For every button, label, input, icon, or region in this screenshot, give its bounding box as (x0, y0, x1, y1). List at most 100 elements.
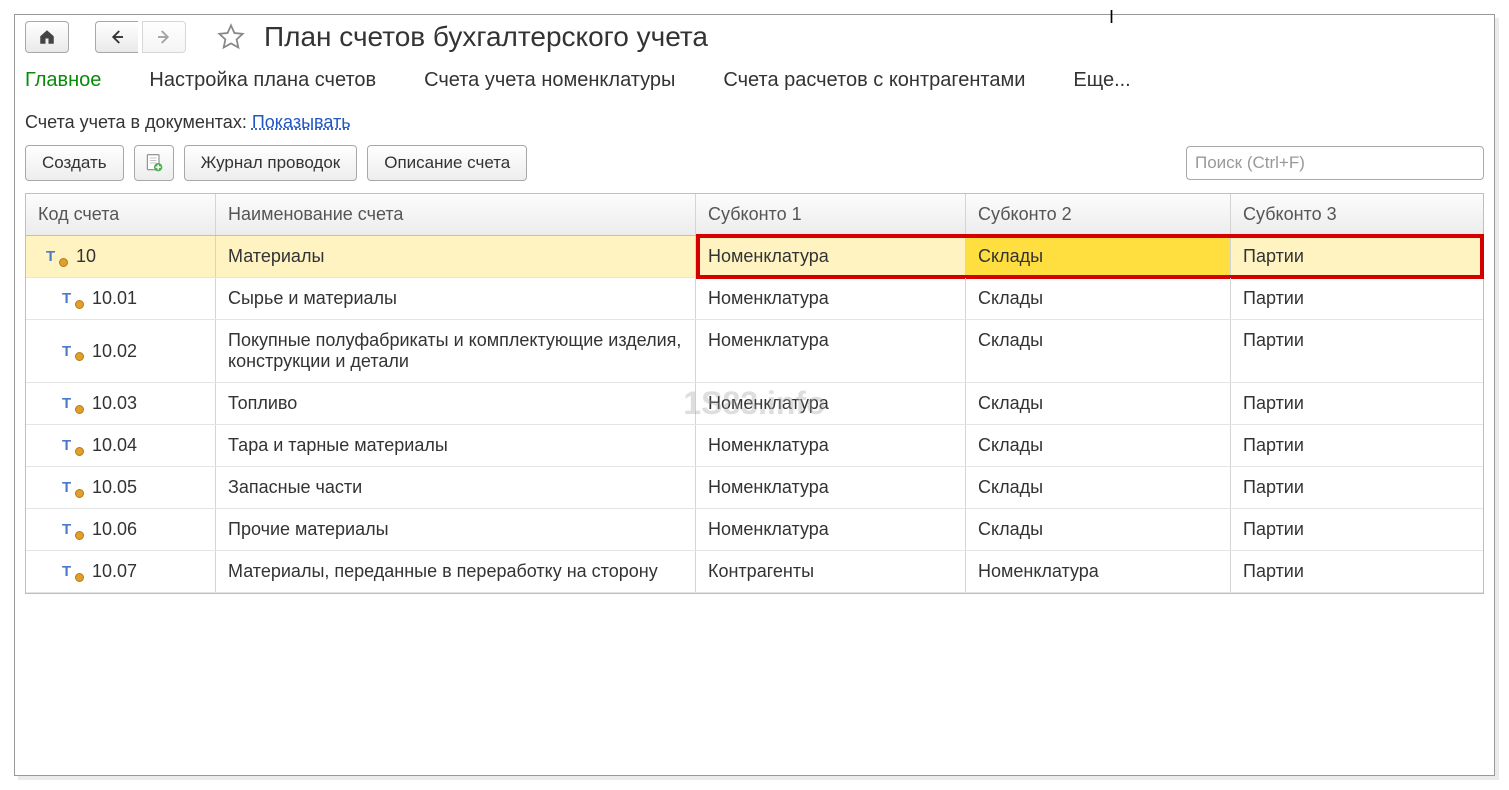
table-row[interactable]: Т 10.02 Покупные полуфабрикаты и комплекту… (26, 320, 1483, 383)
table-row[interactable]: Т 10 МатериалыНоменклатураСкладыПартии (26, 236, 1483, 278)
cell-sub1: Номенклатура (696, 425, 966, 466)
cell-code: Т 10.01 (26, 278, 216, 319)
cell-sub3: Партии (1231, 551, 1483, 592)
account-code: 10.04 (92, 435, 137, 456)
account-type-icon: Т (62, 563, 80, 581)
arrow-right-icon (155, 28, 173, 46)
account-type-icon: Т (46, 248, 64, 266)
cell-sub1: Номенклатура (696, 278, 966, 319)
filter-label: Счета учета в документах: (25, 112, 252, 132)
page-title: План счетов бухгалтерского учета (264, 21, 708, 53)
search-input[interactable] (1186, 146, 1484, 180)
header-name[interactable]: Наименование счета (216, 194, 696, 235)
cell-name: Материалы, переданные в переработку на с… (216, 551, 696, 592)
table-row[interactable]: Т 10.01 Сырье и материалыНоменклатураСклад… (26, 278, 1483, 320)
header-sub1[interactable]: Субконто 1 (696, 194, 966, 235)
account-code: 10.06 (92, 519, 137, 540)
cell-code: Т 10.07 (26, 551, 216, 592)
forward-button[interactable] (142, 21, 186, 53)
account-code: 10.01 (92, 288, 137, 309)
tab-more[interactable]: Еще... (1073, 69, 1130, 92)
account-code: 10.02 (92, 341, 137, 362)
cell-sub1: Контрагенты (696, 551, 966, 592)
cell-code: Т 10.03 (26, 383, 216, 424)
accounts-grid: Код счета Наименование счета Субконто 1 … (25, 193, 1484, 594)
arrow-left-icon (108, 28, 126, 46)
account-type-icon: Т (62, 437, 80, 455)
copy-plus-icon (144, 153, 164, 173)
cell-sub3: Партии (1231, 320, 1483, 382)
tabs: Главное Настройка плана счетов Счета уче… (15, 63, 1494, 102)
cell-name: Топливо (216, 383, 696, 424)
table-row[interactable]: Т 10.04 Тара и тарные материалыНоменклатур… (26, 425, 1483, 467)
cell-sub3: Партии (1231, 383, 1483, 424)
cell-sub2: Склады (966, 383, 1231, 424)
cell-sub2: Склады (966, 467, 1231, 508)
cell-code: Т 10 (26, 236, 216, 277)
header-code[interactable]: Код счета (26, 194, 216, 235)
nav-group (25, 21, 186, 53)
cell-code: Т 10.05 (26, 467, 216, 508)
cell-name: Материалы (216, 236, 696, 277)
filter-link[interactable]: Показывать (252, 112, 351, 132)
filter-row: Счета учета в документах: Показывать (15, 102, 1494, 141)
tab-main[interactable]: Главное (25, 69, 101, 92)
favorite-button[interactable] (216, 22, 246, 52)
account-code: 10.07 (92, 561, 137, 582)
cell-sub2: Номенклатура (966, 551, 1231, 592)
cell-name: Тара и тарные материалы (216, 425, 696, 466)
cell-sub2: Склады (966, 320, 1231, 382)
tab-setup[interactable]: Настройка плана счетов (149, 69, 376, 92)
cell-code: Т 10.02 (26, 320, 216, 382)
tab-nomenclature-accounts[interactable]: Счета учета номенклатуры (424, 69, 675, 92)
account-code: 10.05 (92, 477, 137, 498)
star-icon (217, 23, 245, 51)
cell-sub2: Склады (966, 236, 1231, 277)
toolbar: Создать Журнал проводок Описание счета (15, 141, 1494, 193)
cell-sub2: Склады (966, 278, 1231, 319)
create-button[interactable]: Создать (25, 145, 124, 181)
account-type-icon: Т (62, 342, 80, 360)
account-code: 10 (76, 246, 96, 267)
table-row[interactable]: Т10.06Прочие материалыНоменклатураСклады… (26, 509, 1483, 551)
account-type-icon: Т (62, 290, 80, 308)
cell-name: Сырье и материалы (216, 278, 696, 319)
cell-sub1: Номенклатура (696, 467, 966, 508)
account-type-icon: Т (62, 395, 80, 413)
cell-sub3: Партии (1231, 467, 1483, 508)
table-row[interactable]: Т 10.05 Запасные частиНоменклатураСкладыПа… (26, 467, 1483, 509)
tab-counterparty-accounts[interactable]: Счета расчетов с контрагентами (723, 69, 1025, 92)
home-button[interactable] (25, 21, 69, 53)
cell-name: Запасные части (216, 467, 696, 508)
table-row[interactable]: Т 10.03 ТопливоНоменклатураСкладыПартии (26, 383, 1483, 425)
account-type-icon: Т (62, 479, 80, 497)
cell-sub1: Номенклатура (696, 320, 966, 382)
copy-button[interactable] (134, 145, 174, 181)
app-window: I План счетов бухгалтерского учета Главн… (14, 14, 1495, 776)
cell-sub1: Номенклатура (696, 383, 966, 424)
cell-sub2: Склады (966, 425, 1231, 466)
text-cursor-icon: I (1109, 7, 1114, 28)
grid-header: Код счета Наименование счета Субконто 1 … (26, 194, 1483, 236)
header-sub2[interactable]: Субконто 2 (966, 194, 1231, 235)
cell-sub1: Номенклатура (696, 236, 966, 277)
home-icon (38, 28, 56, 46)
cell-sub3: Партии (1231, 278, 1483, 319)
cell-name: Покупные полуфабрикаты и комплектующие и… (216, 320, 696, 382)
cell-code: Т 10.06 (26, 509, 216, 550)
cell-sub2: Склады (966, 509, 1231, 550)
description-button[interactable]: Описание счета (367, 145, 527, 181)
account-type-icon: Т (62, 521, 80, 539)
cell-sub3: Партии (1231, 425, 1483, 466)
cell-code: Т 10.04 (26, 425, 216, 466)
titlebar: План счетов бухгалтерского учета (15, 15, 1494, 63)
header-sub3[interactable]: Субконто 3 (1231, 194, 1483, 235)
table-row[interactable]: Т 10.07 Материалы, переданные в переработк… (26, 551, 1483, 593)
cell-sub3: Партии (1231, 236, 1483, 277)
back-button[interactable] (95, 21, 138, 53)
account-code: 10.03 (92, 393, 137, 414)
grid-body: Т10МатериалыНоменклатураСкладыПартииТ10.… (26, 236, 1483, 593)
journal-button[interactable]: Журнал проводок (184, 145, 358, 181)
cell-sub1: Номенклатура (696, 509, 966, 550)
cell-sub3: Партии (1231, 509, 1483, 550)
